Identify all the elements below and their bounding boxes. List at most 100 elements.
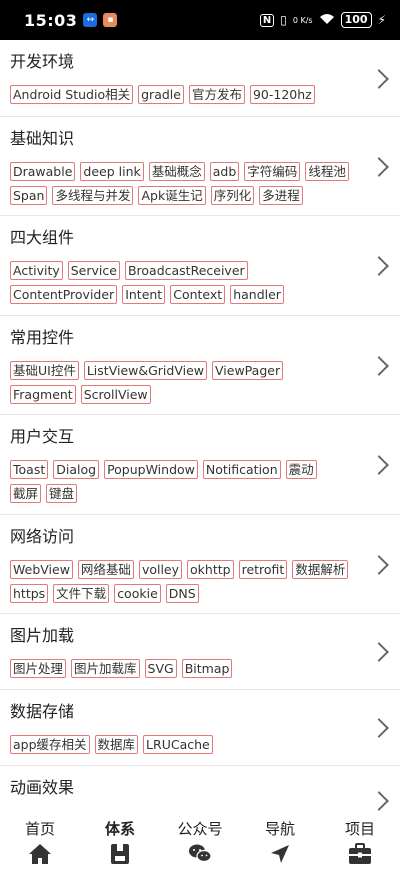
topic-tag[interactable]: okhttp xyxy=(187,560,234,579)
tag-list: Android Studio相关 gradle 官方发布 90-120hz xyxy=(10,85,350,104)
topic-tag[interactable]: 90-120hz xyxy=(249,85,315,104)
topic-tag[interactable]: 基础概念 xyxy=(148,162,205,181)
topic-tag[interactable]: 图片加载库 xyxy=(71,659,140,678)
charging-icon: ⚡ xyxy=(377,13,386,27)
topic-tag[interactable]: SVG xyxy=(144,659,177,678)
nav-label: 导航 xyxy=(264,820,295,838)
category-row[interactable]: 动画效果 xyxy=(0,766,400,815)
tag-list: Toast Dialog PopupWindow Notification 震动截屏 键盘 xyxy=(10,460,350,503)
topic-tag[interactable]: Activity xyxy=(10,261,63,280)
category-title: 常用控件 xyxy=(10,328,75,347)
chevron-right-icon xyxy=(369,156,389,177)
category-row[interactable]: 图片加载图片处理 图片加载库 SVG Bitmap xyxy=(0,614,400,690)
wechat-icon xyxy=(188,843,212,865)
topic-tag[interactable]: 官方发布 xyxy=(188,85,245,104)
topic-tag[interactable]: Notification xyxy=(202,460,281,479)
topic-tag[interactable]: 截屏 xyxy=(10,484,42,503)
topic-tag[interactable]: gradle xyxy=(138,85,184,104)
category-row[interactable]: 数据存储 app缓存相关 数据库 LRUCache xyxy=(0,690,400,766)
nav-item-0[interactable]: 首页 xyxy=(0,815,80,870)
topic-tag[interactable]: Dialog xyxy=(53,460,100,479)
chevron-right-icon xyxy=(369,256,389,276)
status-time: 15:03 xyxy=(24,10,78,30)
tag-list: 基础UI控件 ListView&GridView ViewPager Fragment… xyxy=(10,361,350,404)
topic-tag[interactable]: cookie xyxy=(114,584,161,603)
topic-tag[interactable]: Toast xyxy=(10,460,49,479)
chevron-right-icon xyxy=(369,791,389,811)
app-notification-icon: ↔ xyxy=(83,13,98,27)
topic-tag[interactable]: Bitmap xyxy=(181,659,233,678)
category-row[interactable]: 四大组件 Activity Service BroadcastReceiver Cont… xyxy=(0,216,400,316)
topic-tag[interactable]: Android Studio相关 xyxy=(10,85,134,104)
navigation-arrow-icon xyxy=(268,843,292,865)
status-icons: N ▯ 0 K/s 100 ⚡ xyxy=(259,12,386,28)
topic-tag[interactable]: 网络基础 xyxy=(77,560,134,579)
topic-tag[interactable]: retrofit xyxy=(238,560,288,579)
topic-tag[interactable]: PopupWindow xyxy=(104,460,198,479)
topic-tag[interactable]: volley xyxy=(138,560,183,579)
topic-tag[interactable]: 图片处理 xyxy=(10,659,67,678)
book-icon xyxy=(108,843,132,865)
category-title: 开发环境 xyxy=(10,52,75,71)
topic-tag[interactable]: 数据解析 xyxy=(292,560,349,579)
category-list[interactable]: 开发环境 Android Studio相关 gradle 官方发布 90-120hz 基础… xyxy=(0,40,400,815)
topic-tag[interactable]: Apk诞生记 xyxy=(138,186,206,205)
topic-tag[interactable]: Span xyxy=(10,186,48,205)
nav-label: 体系 xyxy=(104,820,135,838)
nfc-icon: N xyxy=(259,13,275,27)
topic-tag[interactable]: 震动 xyxy=(285,460,317,479)
category-title: 图片加载 xyxy=(10,626,75,645)
topic-tag[interactable]: https xyxy=(10,584,49,603)
category-row[interactable]: 基础知识 Drawable deep link 基础概念 adb 字符编码 线程池 Span 多… xyxy=(0,117,400,216)
topic-tag[interactable]: LRUCache xyxy=(143,735,213,754)
topic-tag[interactable]: 多进程 xyxy=(259,186,303,205)
topic-tag[interactable]: 基础UI控件 xyxy=(10,361,79,380)
tag-list: Activity Service BroadcastReceiver ContentP… xyxy=(10,261,350,304)
nav-item-4[interactable]: 项目 xyxy=(320,815,400,870)
topic-tag[interactable]: app缓存相关 xyxy=(10,735,90,754)
topic-tag[interactable]: 数据库 xyxy=(94,735,139,754)
category-title: 用户交互 xyxy=(10,427,75,446)
topic-tag[interactable]: DNS xyxy=(165,584,199,603)
topic-tag[interactable]: adb xyxy=(209,162,240,181)
category-row[interactable]: 网络访问 WebView 网络基础 volley okhttp retrofit 数据解析 h… xyxy=(0,515,400,614)
tag-list: app缓存相关 数据库 LRUCache xyxy=(10,735,350,754)
nav-label: 首页 xyxy=(24,820,55,838)
topic-tag[interactable]: 线程池 xyxy=(305,162,349,181)
topic-tag[interactable]: Fragment xyxy=(10,385,76,404)
category-title: 动画效果 xyxy=(10,778,75,797)
topic-tag[interactable]: 字符编码 xyxy=(244,162,301,181)
category-title: 基础知识 xyxy=(10,129,75,148)
category-row[interactable]: 用户交互 Toast Dialog PopupWindow Notification 震动… xyxy=(0,415,400,515)
chevron-right-icon xyxy=(369,455,389,475)
topic-tag[interactable]: 文件下载 xyxy=(53,584,110,603)
nav-item-2[interactable]: 公众号 xyxy=(160,815,240,870)
tag-list: 图片处理 图片加载库 SVG Bitmap xyxy=(10,659,350,678)
briefcase-icon xyxy=(348,843,372,865)
nav-item-1[interactable]: 体系 xyxy=(80,815,160,870)
topic-tag[interactable]: ViewPager xyxy=(212,361,284,380)
topic-tag[interactable]: Intent xyxy=(122,285,166,304)
topic-tag[interactable]: 多线程与并发 xyxy=(52,186,134,205)
chevron-right-icon xyxy=(369,554,389,575)
topic-tag[interactable]: Service xyxy=(67,261,120,280)
topic-tag[interactable]: handler xyxy=(230,285,284,304)
topic-tag[interactable]: Context xyxy=(170,285,226,304)
category-row[interactable]: 开发环境 Android Studio相关 gradle 官方发布 90-120hz xyxy=(0,40,400,117)
topic-tag[interactable]: BroadcastReceiver xyxy=(124,261,248,280)
topic-tag[interactable]: WebView xyxy=(10,560,73,579)
category-row[interactable]: 常用控件基础UI控件 ListView&GridView ViewPager Frag… xyxy=(0,316,400,415)
nav-label: 项目 xyxy=(344,820,375,838)
category-title: 数据存储 xyxy=(10,702,75,721)
topic-tag[interactable]: 键盘 xyxy=(46,484,78,503)
topic-tag[interactable]: Drawable xyxy=(10,162,76,181)
topic-tag[interactable]: ListView&GridView xyxy=(83,361,208,380)
topic-tag[interactable]: 序列化 xyxy=(210,186,255,205)
topic-tag[interactable]: deep link xyxy=(80,162,144,181)
topic-tag[interactable]: ContentProvider xyxy=(10,285,118,304)
topic-tag[interactable]: ScrollView xyxy=(80,385,151,404)
category-title: 网络访问 xyxy=(10,527,75,546)
nav-item-3[interactable]: 导航 xyxy=(240,815,320,870)
vibrate-icon: ▯ xyxy=(280,13,287,27)
category-title: 四大组件 xyxy=(10,228,75,247)
